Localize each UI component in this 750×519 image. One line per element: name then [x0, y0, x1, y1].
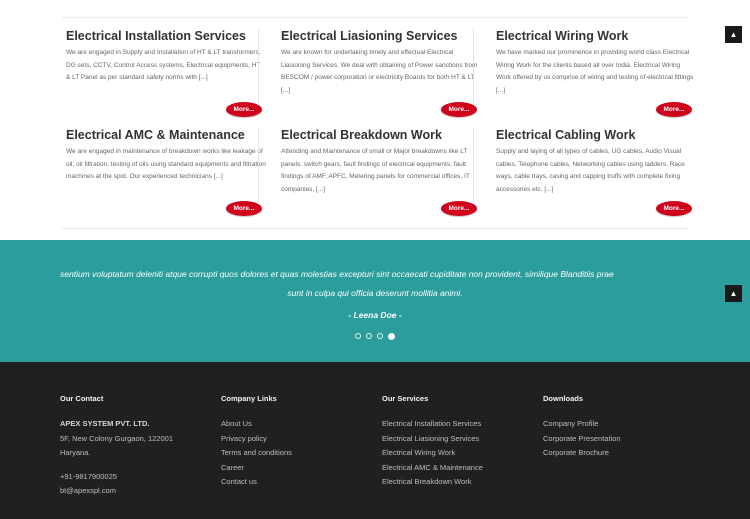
footer-link-terms[interactable]: Terms and conditions: [221, 446, 381, 461]
service-description: We have marked our prominence in providi…: [496, 49, 694, 94]
service-card-breakdown: Electrical Breakdown Work Attending and …: [281, 128, 481, 216]
column-divider: [473, 128, 474, 202]
footer-contact: Our Contact APEX SYSTEM PVT. LTD. 5F, Ne…: [60, 394, 220, 499]
footer-link-installation[interactable]: Electrical Installation Services: [382, 417, 542, 432]
service-title: Electrical Cabling Work: [496, 128, 636, 142]
address-line: Haryana.: [60, 448, 91, 458]
more-button[interactable]: More...: [656, 201, 692, 216]
service-card-installation: Electrical Installation Services We are …: [66, 29, 266, 117]
service-description: We are engaged in maintenance of breakdo…: [66, 148, 266, 181]
service-title: Electrical Liasioning Services: [281, 29, 458, 43]
service-card-wiring: Electrical Wiring Work We have marked ou…: [496, 29, 696, 117]
testimonial-quote-line1: sentium voluptatum deleniti atque corrup…: [60, 269, 614, 279]
more-button[interactable]: More...: [226, 102, 262, 117]
footer-link-corporate-brochure[interactable]: Corporate Brochure: [543, 446, 703, 461]
footer-link-breakdown[interactable]: Electrical Breakdown Work: [382, 475, 542, 490]
more-button[interactable]: More...: [441, 102, 477, 117]
column-divider: [258, 128, 259, 202]
service-description: Attending and Maintenance of small or Ma…: [281, 148, 470, 193]
scroll-to-top-button[interactable]: ▲: [725, 26, 742, 43]
footer-downloads: Downloads Company Profile Corporate Pres…: [543, 394, 703, 461]
email-link[interactable]: bt@apexspl.com: [60, 484, 220, 499]
footer-our-services: Our Services Electrical Installation Ser…: [382, 394, 542, 490]
footer-link-amc[interactable]: Electrical AMC & Maintenance: [382, 461, 542, 476]
testimonial-author: - Leena Doe -: [348, 310, 402, 320]
footer-company-links: Company Links About Us Privacy policy Te…: [221, 394, 381, 490]
carousel-dot-4-active[interactable]: [388, 332, 395, 340]
column-divider: [473, 29, 474, 103]
carousel-dot-1[interactable]: [355, 333, 361, 339]
service-title: Electrical AMC & Maintenance: [66, 128, 245, 142]
more-button[interactable]: More...: [226, 201, 262, 216]
services-section: Electrical Installation Services We are …: [0, 0, 750, 240]
company-name: APEX SYSTEM PVT. LTD.: [60, 419, 150, 428]
footer-heading: Our Contact: [60, 394, 104, 403]
service-title: Electrical Installation Services: [66, 29, 246, 43]
service-title: Electrical Breakdown Work: [281, 128, 442, 142]
service-title: Electrical Wiring Work: [496, 29, 629, 43]
footer-link-corporate-presentation[interactable]: Corporate Presentation: [543, 432, 703, 447]
footer-link-career[interactable]: Career: [221, 461, 381, 476]
footer-link-privacy[interactable]: Privacy policy: [221, 432, 381, 447]
carousel-pagination: [355, 332, 395, 340]
top-divider: [62, 17, 688, 18]
site-footer: Our Contact APEX SYSTEM PVT. LTD. 5F, Ne…: [0, 362, 750, 519]
footer-link-company-profile[interactable]: Company Profile: [543, 417, 703, 432]
footer-heading: Our Services: [382, 394, 429, 403]
phone-number: +91-9817900025: [60, 471, 117, 481]
column-divider: [258, 29, 259, 103]
footer-link-wiring[interactable]: Electrical Wiring Work: [382, 446, 542, 461]
footer-link-about[interactable]: About Us: [221, 417, 381, 432]
bottom-divider: [62, 228, 688, 229]
testimonial-section: sentium voluptatum deleniti atque corrup…: [0, 240, 750, 362]
carousel-dot-2[interactable]: [366, 333, 372, 339]
service-description: We are engaged in Supply and Installatio…: [66, 49, 261, 82]
service-card-amc: Electrical AMC & Maintenance We are enga…: [66, 128, 266, 216]
address-line: 5F, New Colony Gurgaon, 122001: [60, 433, 173, 443]
service-card-liasioning: Electrical Liasioning Services We are kn…: [281, 29, 481, 117]
scroll-to-top-button-2[interactable]: ▲: [725, 285, 742, 302]
chevron-up-icon: ▲: [729, 289, 738, 298]
footer-link-liasioning[interactable]: Electrical Liasioning Services: [382, 432, 542, 447]
testimonial-quote-line2: sunt in culpa qui officia deserunt molli…: [287, 288, 463, 298]
chevron-up-icon: ▲: [729, 30, 738, 39]
service-card-cabling: Electrical Cabling Work Supply and layin…: [496, 128, 696, 216]
footer-heading: Downloads: [543, 394, 584, 403]
more-button[interactable]: More...: [656, 102, 692, 117]
carousel-dot-3[interactable]: [377, 333, 383, 339]
service-description: Supply and laying of all types of cables…: [496, 148, 685, 193]
more-button[interactable]: More...: [441, 201, 477, 216]
footer-link-contact[interactable]: Contact us: [221, 475, 381, 490]
service-description: We are known for undertaking timely and …: [281, 49, 478, 94]
footer-heading: Company Links: [221, 394, 277, 403]
